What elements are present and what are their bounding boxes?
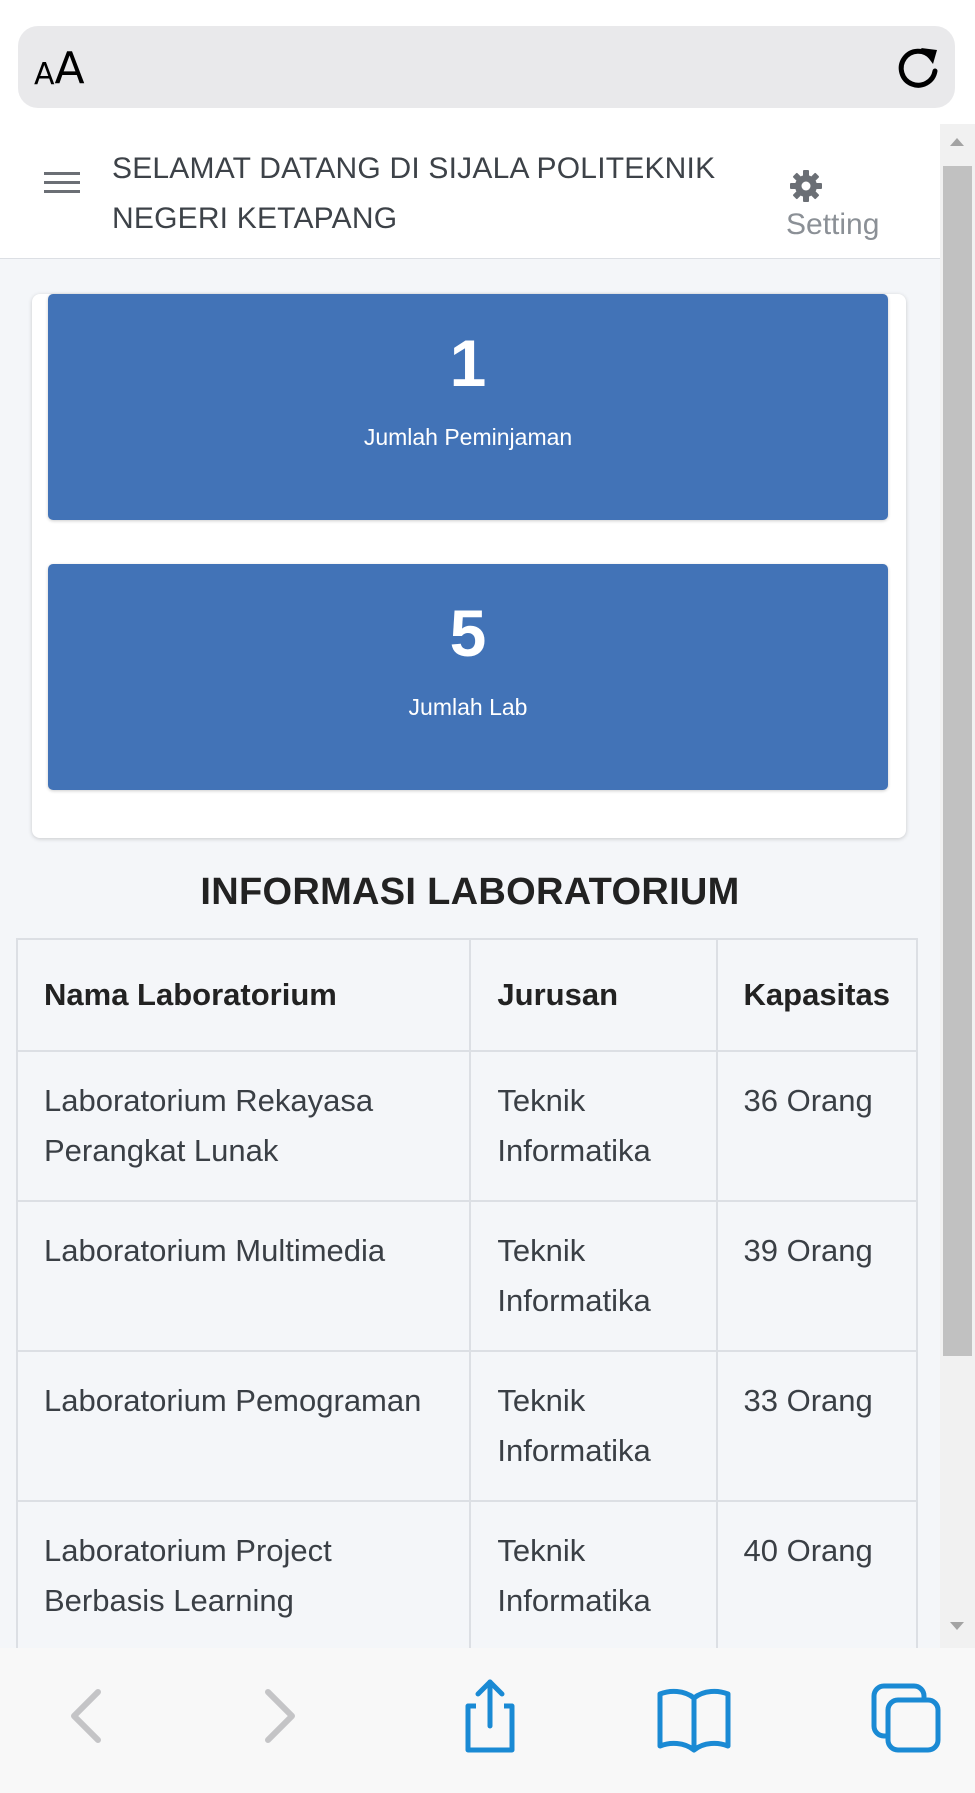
kapasitas-cell: 40 Orang [715, 1500, 919, 1648]
page-title: SELAMAT DATANG DI SIJALA POLITEKNIK NEGE… [112, 144, 732, 244]
stat-label: Jumlah Peminjaman [363, 424, 573, 450]
bookmarks-icon[interactable] [654, 1676, 734, 1756]
lab-name-cell: Laboratorium Pemograman [15, 1350, 472, 1502]
browser-toolbar [0, 1648, 975, 1793]
jurusan-line: Teknik [497, 1083, 586, 1118]
stat-box-lab[interactable]: 5 Jumlah Lab [48, 564, 888, 790]
tabs-icon[interactable] [866, 1676, 946, 1756]
section-title: INFORMASI LABORATORIUM [200, 871, 740, 913]
page-viewport: SELAMAT DATANG DI SIJALA POLITEKNIK NEGE… [0, 124, 940, 1648]
jurusan-cell: Teknik Informatika [469, 1500, 718, 1648]
lab-name-cell: Laboratorium Project Berbasis Learning [15, 1500, 472, 1648]
lab-name-cell: Laboratorium Rekayasa Perangkat Lunak [15, 1050, 472, 1202]
jurusan-cell: Teknik Informatika [469, 1200, 718, 1352]
setting-button[interactable]: Setting [786, 168, 906, 242]
table-header-row: Nama Laboratorium Jurusan Kapasitas [15, 938, 919, 1052]
column-header-name: Nama Laboratorium [15, 938, 472, 1052]
kapasitas-cell: 33 Orang [715, 1350, 919, 1502]
text-size-small-glyph: A [34, 57, 55, 92]
lab-name-line: Laboratorium Project [44, 1533, 332, 1568]
lab-table: Nama Laboratorium Jurusan Kapasitas Labo… [15, 938, 919, 1648]
jurusan-cell: Teknik Informatika [469, 1350, 718, 1502]
jurusan-cell: Teknik Informatika [469, 1050, 718, 1202]
jurusan-line: Teknik [497, 1383, 586, 1418]
lab-name-line: Berbasis Learning [44, 1583, 294, 1618]
jurusan-line: Informatika [497, 1133, 651, 1168]
app-header: SELAMAT DATANG DI SIJALA POLITEKNIK NEGE… [0, 124, 940, 259]
hamburger-menu-icon[interactable] [44, 166, 80, 198]
stat-value: 1 [449, 326, 487, 400]
column-header-kapasitas: Kapasitas [715, 938, 919, 1052]
gear-icon [790, 170, 822, 202]
lab-name-cell: Laboratorium Multimedia [15, 1200, 472, 1352]
forward-arrow-icon[interactable] [238, 1676, 318, 1756]
lab-name-line: Laboratorium Multimedia [44, 1233, 386, 1268]
stats-card: 1 Jumlah Peminjaman 5 Jumlah Lab [32, 294, 906, 838]
jurusan-line: Informatika [497, 1433, 651, 1468]
reload-icon[interactable] [891, 40, 945, 94]
text-size-big-glyph: A [54, 43, 85, 94]
column-header-jurusan: Jurusan [469, 938, 718, 1052]
vertical-scrollbar[interactable] [940, 124, 975, 1648]
jurusan-line: Teknik [497, 1233, 586, 1268]
text-size-button[interactable]: AA [34, 43, 85, 94]
table-row: Laboratorium Rekayasa Perangkat Lunak Te… [15, 1050, 919, 1202]
table-row: Laboratorium Project Berbasis Learning T… [15, 1500, 919, 1648]
table-row: Laboratorium Pemograman Teknik Informati… [15, 1350, 919, 1502]
lab-name-line: Laboratorium Rekayasa [44, 1083, 374, 1118]
setting-label: Setting [786, 208, 880, 241]
scroll-down-icon[interactable] [950, 1622, 964, 1630]
stat-label: Jumlah Lab [408, 694, 528, 720]
share-icon[interactable] [450, 1676, 530, 1756]
jurusan-line: Informatika [497, 1283, 651, 1318]
back-arrow-icon[interactable] [48, 1676, 128, 1756]
lab-name-line: Perangkat Lunak [44, 1133, 279, 1168]
stat-value: 5 [449, 596, 487, 670]
scroll-up-icon[interactable] [950, 138, 964, 146]
lab-name-line: Laboratorium Pemograman [44, 1383, 422, 1418]
kapasitas-cell: 36 Orang [715, 1050, 919, 1202]
table-row: Laboratorium Multimedia Teknik Informati… [15, 1200, 919, 1352]
page-title-line2: NEGERI KETAPANG [112, 202, 398, 235]
scroll-thumb[interactable] [943, 166, 972, 1356]
address-bar[interactable]: AA [18, 26, 955, 108]
stat-box-peminjaman[interactable]: 1 Jumlah Peminjaman [48, 294, 888, 520]
page-title-line1: SELAMAT DATANG DI SIJALA POLITEKNIK [112, 152, 716, 185]
jurusan-line: Informatika [497, 1583, 651, 1618]
kapasitas-cell: 39 Orang [715, 1200, 919, 1352]
jurusan-line: Teknik [497, 1533, 586, 1568]
